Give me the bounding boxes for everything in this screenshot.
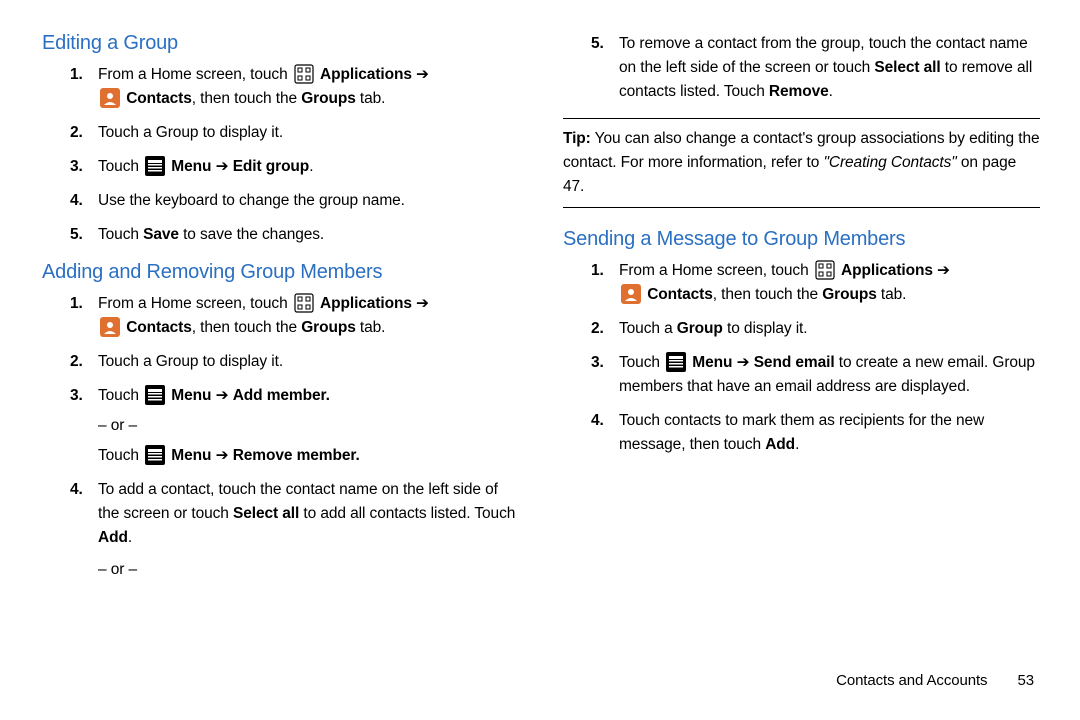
text: Touch contacts to mark them as recipient…	[619, 412, 984, 453]
text: tab.	[877, 286, 907, 303]
label: Edit group	[233, 158, 310, 175]
text: tab.	[356, 319, 386, 336]
text: .	[128, 529, 132, 546]
step: Touch contacts to mark them as recipient…	[619, 409, 1040, 457]
or-divider: – or –	[98, 414, 519, 438]
heading-sending-message: Sending a Message to Group Members	[563, 228, 1040, 251]
label: Groups	[822, 286, 877, 303]
text: From a Home screen, touch	[98, 295, 292, 312]
left-column: Editing a Group From a Home screen, touc…	[42, 32, 519, 660]
step: From a Home screen, touch Applications ➔…	[619, 259, 1040, 307]
text: to add all contacts listed. Touch	[299, 505, 515, 522]
menu-icon	[145, 445, 165, 465]
text: to save the changes.	[179, 226, 324, 243]
label: Remove	[769, 83, 829, 100]
step: Touch Menu ➔ Edit group.	[98, 155, 519, 179]
text: , then touch the	[192, 90, 301, 107]
label: Save	[143, 226, 179, 243]
step: To remove a contact from the group, touc…	[619, 32, 1040, 104]
step: Touch a Group to display it.	[98, 121, 519, 145]
text: Touch a	[619, 320, 677, 337]
step: Touch a Group to display it.	[98, 350, 519, 374]
label: Contacts	[126, 90, 192, 107]
applications-icon	[294, 64, 314, 84]
contacts-icon	[100, 317, 120, 337]
label: Remove member.	[233, 447, 360, 464]
label: Applications	[320, 66, 412, 83]
label: Menu	[171, 158, 211, 175]
step: Touch a Group to display it.	[619, 317, 1040, 341]
step: To add a contact, touch the contact name…	[98, 478, 519, 582]
add-remove-steps: From a Home screen, touch Applications ➔…	[42, 292, 519, 582]
edit-group-steps: From a Home screen, touch Applications ➔…	[42, 63, 519, 247]
step: Use the keyboard to change the group nam…	[98, 189, 519, 213]
tip-box: Tip: You can also change a contact's gro…	[563, 118, 1040, 208]
label: Applications	[841, 262, 933, 279]
text: .	[309, 158, 313, 175]
label: Groups	[301, 319, 356, 336]
text: , then touch the	[713, 286, 822, 303]
text: ➔	[211, 387, 232, 404]
label: Groups	[301, 90, 356, 107]
label: Menu	[692, 354, 732, 371]
heading-adding-removing: Adding and Removing Group Members	[42, 261, 519, 284]
label: Add	[98, 529, 128, 546]
text: , then touch the	[192, 319, 301, 336]
text: Touch	[619, 354, 664, 371]
text: tab.	[356, 90, 386, 107]
contacts-icon	[100, 88, 120, 108]
applications-icon	[294, 293, 314, 313]
step: Touch Menu ➔ Send email to create a new …	[619, 351, 1040, 399]
label: Group	[677, 320, 723, 337]
text: Touch	[98, 447, 143, 464]
add-remove-continued: To remove a contact from the group, touc…	[563, 32, 1040, 104]
label: Send email	[754, 354, 835, 371]
applications-icon	[815, 260, 835, 280]
label: Select all	[874, 59, 940, 76]
text: Touch	[98, 158, 143, 175]
step: From a Home screen, touch Applications ➔…	[98, 292, 519, 340]
text: From a Home screen, touch	[619, 262, 813, 279]
right-column: To remove a contact from the group, touc…	[563, 32, 1040, 660]
text: Touch	[98, 387, 143, 404]
heading-editing-group: Editing a Group	[42, 32, 519, 55]
page-number: 53	[1018, 672, 1035, 689]
text: From a Home screen, touch	[98, 66, 292, 83]
menu-icon	[145, 156, 165, 176]
alt-line: Touch Menu ➔ Remove member.	[98, 444, 519, 468]
text: .	[795, 436, 799, 453]
menu-icon	[145, 385, 165, 405]
text: Touch	[98, 226, 143, 243]
text: to display it.	[723, 320, 808, 337]
label: Menu	[171, 447, 211, 464]
label: Add	[765, 436, 795, 453]
send-message-steps: From a Home screen, touch Applications ➔…	[563, 259, 1040, 457]
step: Touch Menu ➔ Add member. – or – Touch Me…	[98, 384, 519, 468]
tip-label: Tip:	[563, 130, 591, 147]
or-divider: – or –	[98, 558, 519, 582]
text: ➔	[211, 158, 232, 175]
menu-icon	[666, 352, 686, 372]
text: .	[829, 83, 833, 100]
label: Select all	[233, 505, 299, 522]
label: Menu	[171, 387, 211, 404]
step: From a Home screen, touch Applications ➔…	[98, 63, 519, 111]
contacts-icon	[621, 284, 641, 304]
text: ➔	[211, 447, 232, 464]
text: ➔	[732, 354, 753, 371]
tip-ref: "Creating Contacts"	[823, 154, 956, 171]
footer-section: Contacts and Accounts	[836, 672, 987, 689]
label: Applications	[320, 295, 412, 312]
label: Contacts	[126, 319, 192, 336]
step: Touch Save to save the changes.	[98, 223, 519, 247]
label: Add member.	[233, 387, 330, 404]
label: Contacts	[647, 286, 713, 303]
page-footer: Contacts and Accounts 53	[836, 672, 1034, 689]
